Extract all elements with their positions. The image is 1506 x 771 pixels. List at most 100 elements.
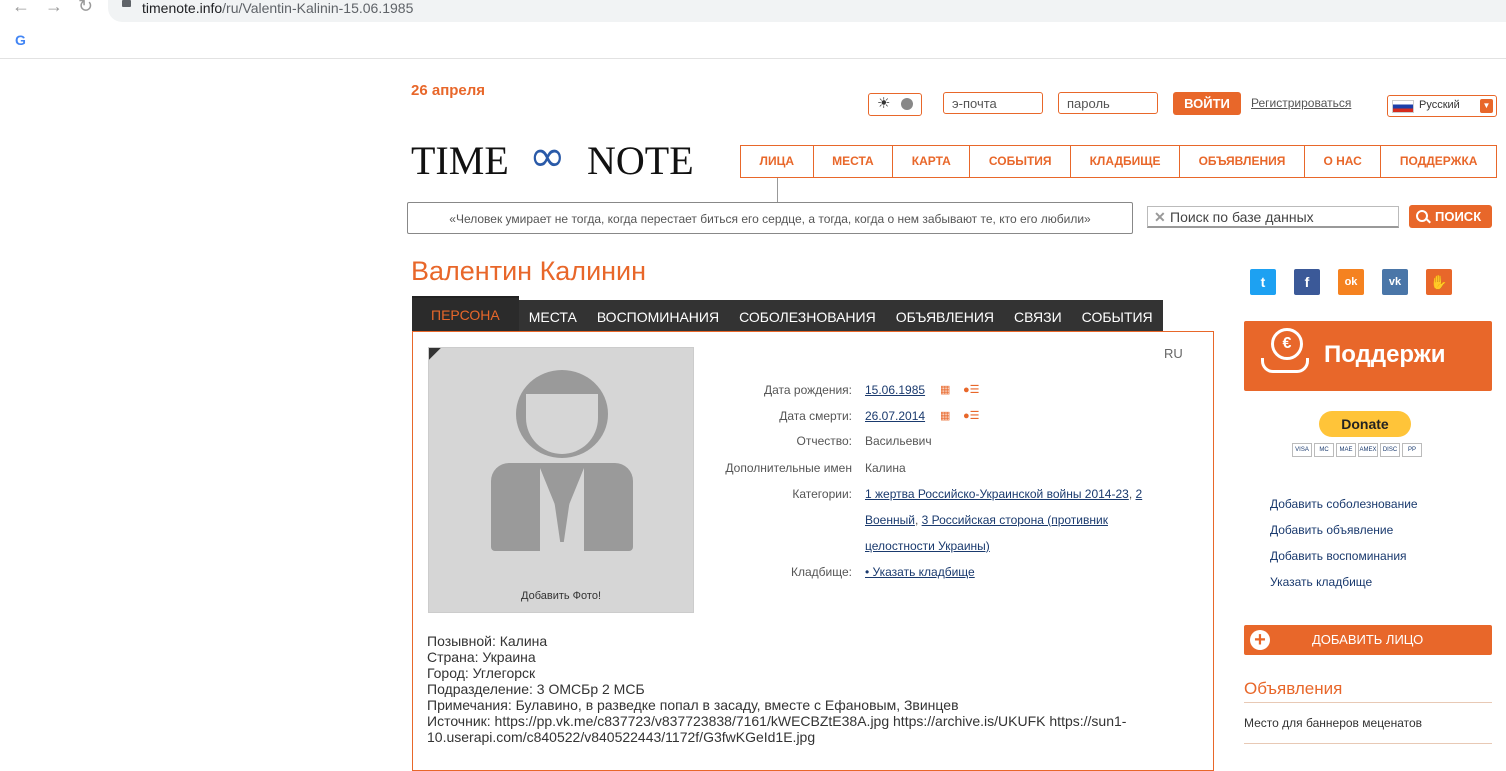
menu-ads[interactable]: ОБЪЯВЛЕНИЯ [1180,146,1305,177]
category-link[interactable]: 1 жертва Российско-Украинской войны 2014… [865,487,1129,501]
menu-map[interactable]: КАРТА [893,146,971,177]
vk-icon[interactable]: vk [1382,269,1408,295]
site-logo[interactable]: TIME ∞ NOTE [411,131,717,183]
search-placeholder: Поиск по базе данных [1170,209,1314,225]
extra-names-label: Дополнительные имен [725,461,852,475]
language-badge: RU [1164,346,1183,361]
clear-icon[interactable]: ✕ [1154,207,1166,227]
forward-arrow-icon[interactable]: → [45,0,63,17]
add-ad-link[interactable]: Добавить объявление [1270,523,1393,537]
biography-text: Позывной: Калина Страна: Украина Город: … [427,633,1187,745]
death-label: Дата смерти: [779,409,852,423]
url-text: timenote.info/ru/Valentin-Kalinin-15.06.… [142,0,414,16]
set-cemetery-sidebar-link[interactable]: Указать кладбище [1270,575,1372,589]
menu-places[interactable]: МЕСТА [814,146,894,177]
reload-icon[interactable]: ↻ [78,0,93,17]
category-link[interactable]: 2 [1136,487,1143,501]
tab-memories[interactable]: ВОСПОМИНАНИЯ [587,302,729,331]
search-icon [1416,210,1428,222]
calendar-icon[interactable]: ▦ [940,383,950,396]
euro-hand-icon: € [1261,328,1309,373]
set-cemetery-link[interactable]: • Указать кладбище [865,565,975,579]
tab-ads[interactable]: ОБЪЯВЛЕНИЯ [886,302,1004,331]
cemetery-label: Кладбище: [791,565,852,579]
logo-note: NOTE [587,138,694,183]
chevron-down-icon: ▼ [1480,99,1493,113]
twitter-icon[interactable]: t [1250,269,1276,295]
paypal-card-icon: PP [1402,443,1422,457]
birth-label: Дата рождения: [764,383,852,397]
email-field[interactable]: э-почта [943,92,1043,114]
support-label: Поддержи [1324,341,1446,368]
language-select[interactable]: Русский ▼ [1387,95,1497,117]
person-tabs: ПЕРСОНА МЕСТА ВОСПОМИНАНИЯ СОБОЛЕЗНОВАНИ… [412,296,1163,331]
infinity-icon: ∞ [529,131,566,182]
tab-places[interactable]: МЕСТА [519,302,587,331]
bio-line: Источник: https://pp.vk.me/c837723/v8377… [427,713,1127,729]
death-date-link[interactable]: 26.07.2014 [865,409,925,423]
categories-value: 1 жертва Российско-Украинской войны 2014… [865,487,1143,553]
person-list-icon[interactable]: ●☰ [963,409,980,422]
add-photo-label[interactable]: Добавить Фото! [429,590,693,602]
extra-names-value: Калина [865,461,906,475]
register-link[interactable]: Регистрироваться [1251,96,1351,110]
bio-line: 10.userapi.com/c840522/v840522443/1172f/… [427,729,816,745]
mastercard-icon: MC [1314,443,1334,457]
hand-icon[interactable]: ✋ [1426,269,1452,295]
address-bar[interactable]: timenote.info/ru/Valentin-Kalinin-15.06.… [108,0,1506,22]
ads-text: Место для баннеров меценатов [1244,716,1423,730]
add-memory-link[interactable]: Добавить воспоминания [1270,549,1407,563]
discover-icon: DISC [1380,443,1400,457]
visa-icon: VISA [1292,443,1312,457]
sun-icon: ☀ [877,95,891,112]
tab-events[interactable]: СОБЫТИЯ [1072,302,1163,331]
add-condolence-link[interactable]: Добавить соболезнование [1270,497,1418,511]
login-button[interactable]: ВОЙТИ [1173,92,1241,115]
add-person-button[interactable]: + ДОБАВИТЬ ЛИЦО [1244,625,1492,655]
categories-label: Категории: [792,487,852,501]
mourning-ribbon [429,348,499,418]
calendar-icon[interactable]: ▦ [940,409,950,422]
tab-links[interactable]: СВЯЗИ [1004,302,1072,331]
password-field[interactable]: пароль [1058,92,1158,114]
browser-chrome: ← → ↻ timenote.info/ru/Valentin-Kalinin-… [0,0,1506,59]
menu-about[interactable]: О НАС [1305,146,1382,177]
maestro-icon: MAE [1336,443,1356,457]
back-arrow-icon[interactable]: ← [12,0,30,17]
tab-person[interactable]: ПЕРСОНА [412,296,519,331]
russia-flag-icon [1392,100,1414,113]
menu-cemetery[interactable]: КЛАДБИЩЕ [1071,146,1181,177]
category-link[interactable]: Военный [865,513,915,527]
menu-faces[interactable]: ЛИЦА [741,146,814,177]
quote-banner: «Человек умирает не тогда, когда переста… [407,202,1133,234]
divider [777,178,778,202]
add-person-label: ДОБАВИТЬ ЛИЦО [1312,632,1424,647]
divider [1244,702,1492,703]
support-button[interactable]: € Поддержи [1244,321,1492,391]
facebook-icon[interactable]: f [1294,269,1320,295]
menu-events[interactable]: СОБЫТИЯ [970,146,1072,177]
payment-cards: VISA MC MAE AMEX DISC PP [1292,443,1440,457]
donate-button[interactable]: Donate [1319,411,1411,437]
current-date: 26 апреля [411,82,486,99]
category-link[interactable]: целостности Украины) [865,539,990,553]
search-button[interactable]: ПОИСК [1409,205,1492,228]
birth-date-link[interactable]: 15.06.1985 [865,383,925,397]
patronymic-value: Васильевич [865,434,932,448]
tab-condolences[interactable]: СОБОЛЕЗНОВАНИЯ [729,302,886,331]
category-link[interactable]: 3 Российская сторона (противник [922,513,1108,527]
lock-icon [122,0,131,7]
plus-icon: + [1250,630,1270,650]
menu-support[interactable]: ПОДДЕРЖКА [1381,146,1496,177]
logo-time: TIME [411,138,509,183]
search-input[interactable]: ✕ Поиск по базе данных [1147,206,1399,228]
person-list-icon[interactable]: ●☰ [963,383,980,396]
google-icon[interactable]: G [15,32,26,48]
moon-icon [901,98,913,110]
theme-toggle[interactable]: ☀ [868,93,922,116]
divider [1244,743,1492,744]
bio-line: Город: Углегорск [427,665,536,681]
odnoklassniki-icon[interactable]: ok [1338,269,1364,295]
bio-line: Позывной: Калина [427,633,548,649]
bio-line: Примечания: Булавино, в разведке попал в… [427,697,959,713]
